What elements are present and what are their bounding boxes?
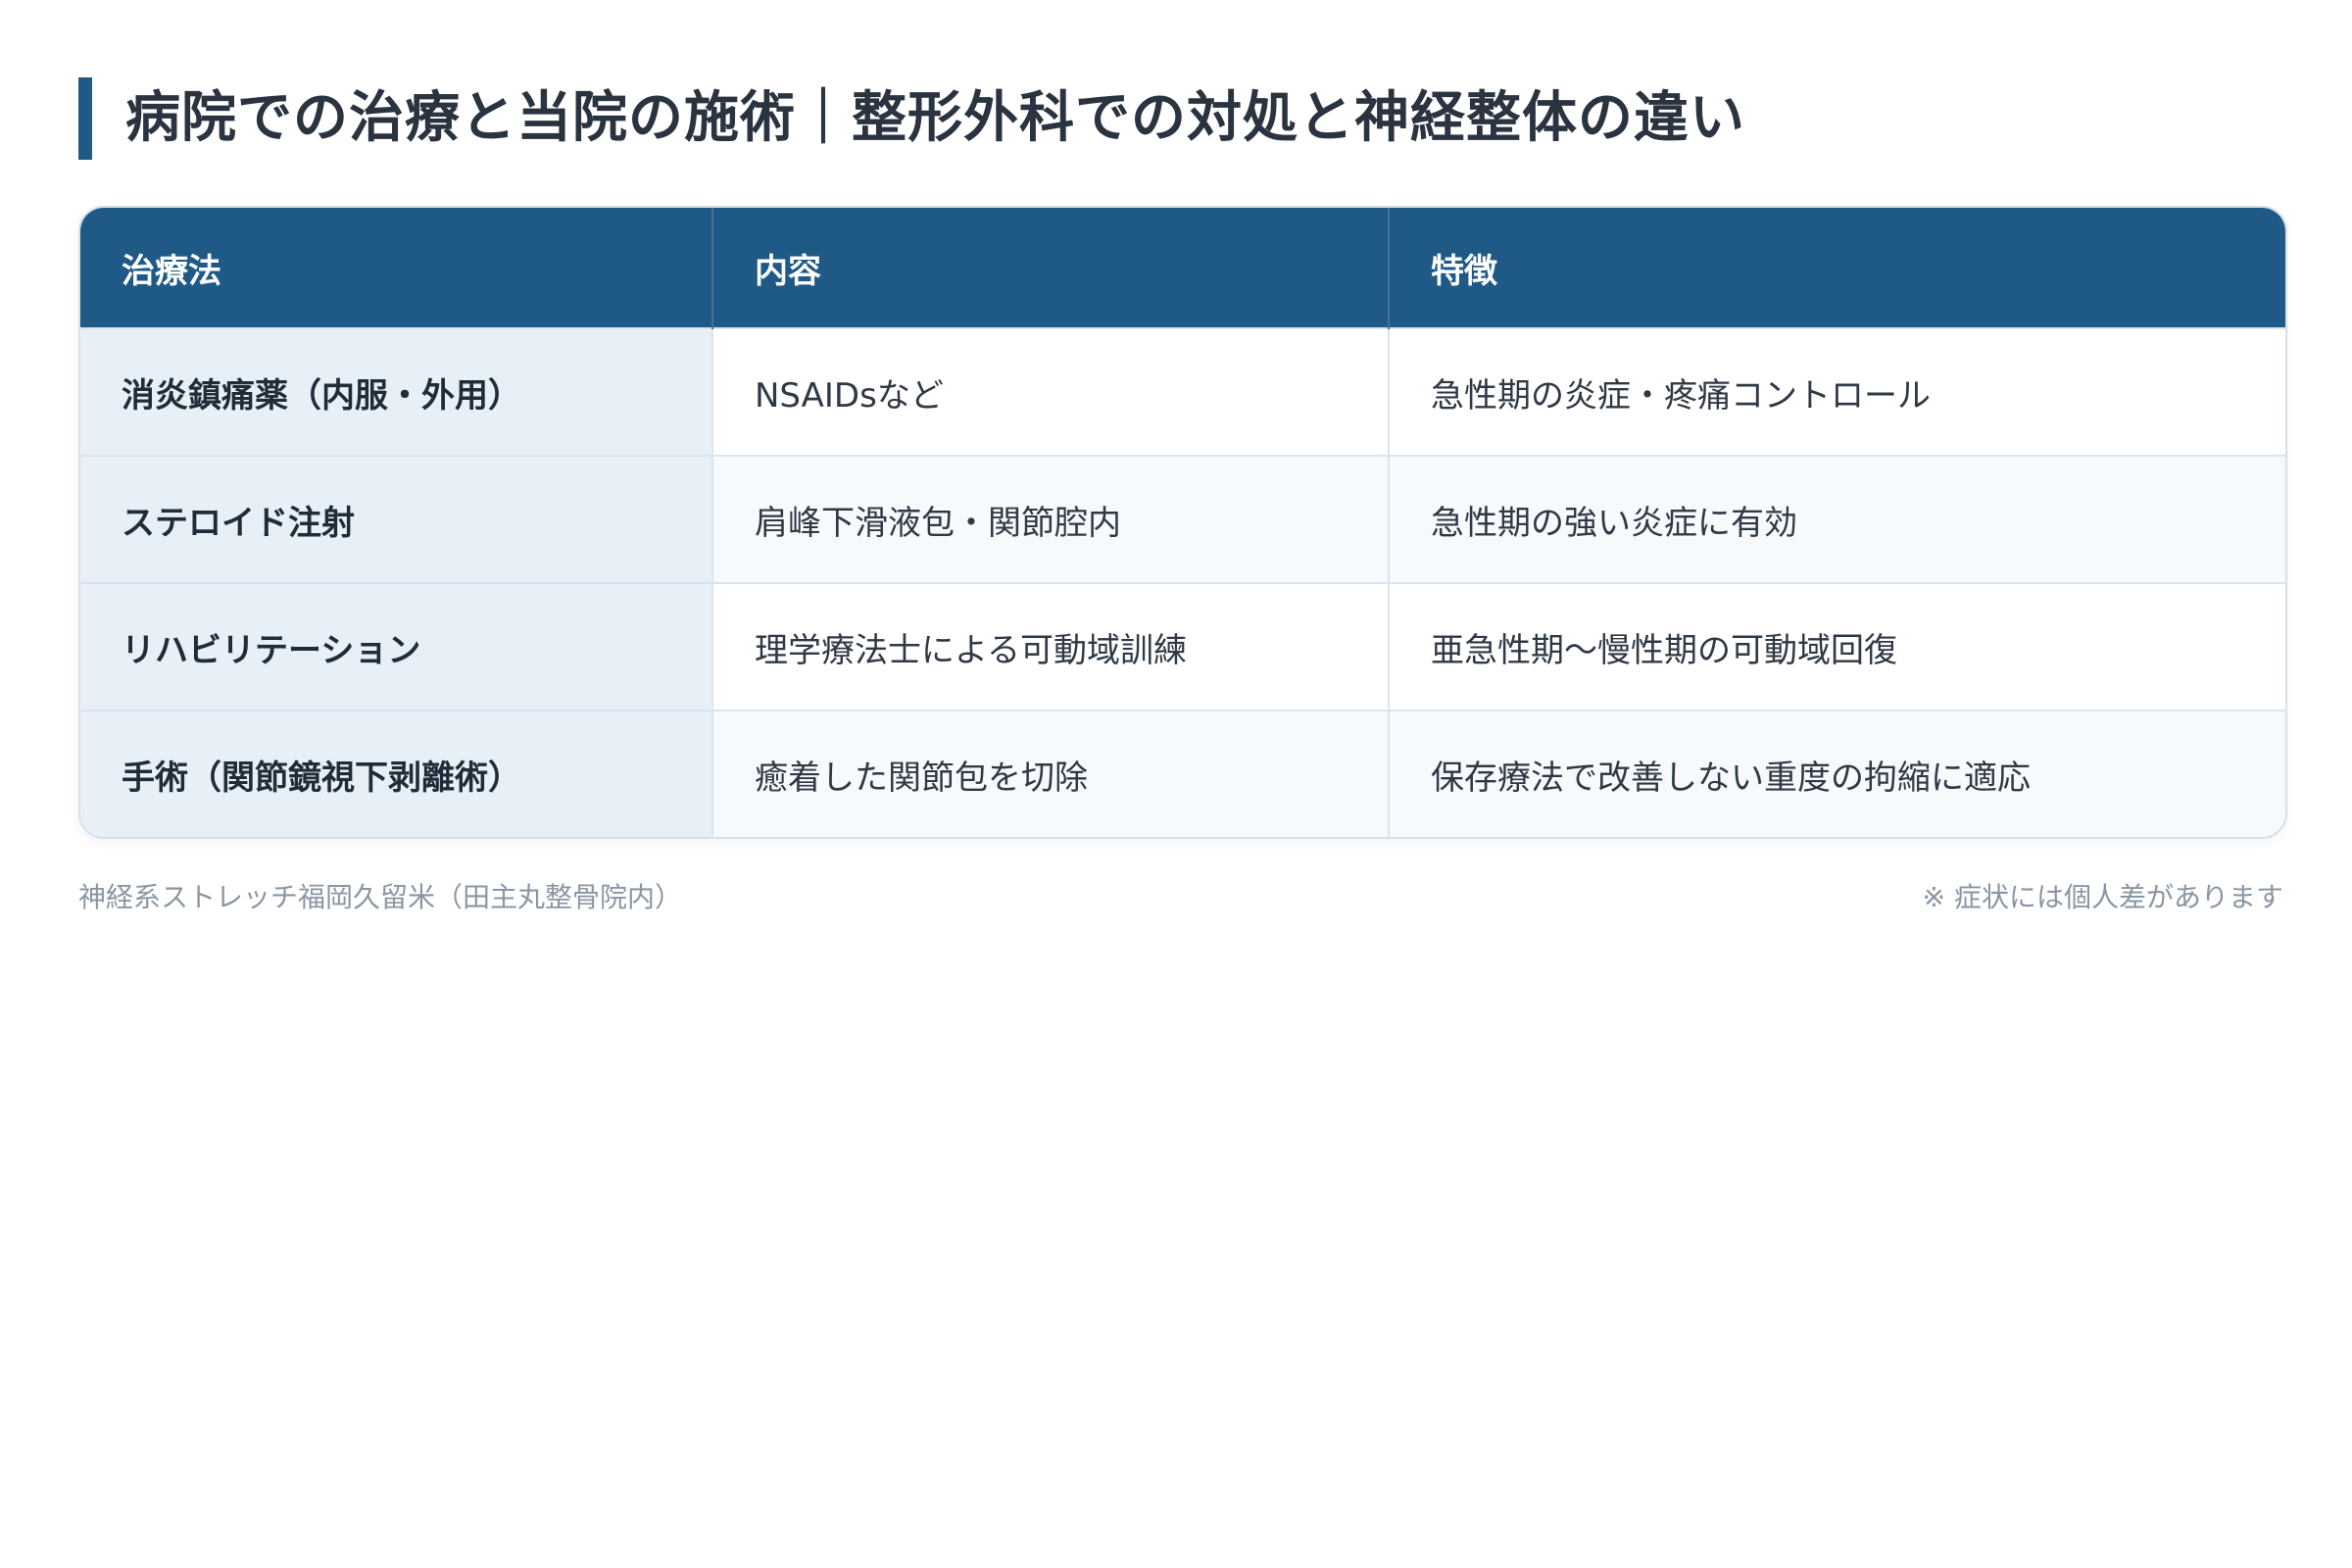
table-row: 手術（関節鏡視下剥離術） 癒着した関節包を切除 保存療法で改善しない重度の拘縮に… <box>80 710 2285 837</box>
treatment-table: 治療法 内容 特徴 消炎鎮痛薬（内服・外用） NSAIDsなど 急性期の炎症・疼… <box>80 208 2285 837</box>
footer: 神経系ストレッチ福岡久留米（田主丸整骨院内） ※ 症状には個人差があります <box>78 876 2283 915</box>
title-section: 病院での治療と当院の施術｜整形外科での対処と神経整体の違い <box>78 76 2283 161</box>
content-cell: 肩峰下滑液包・関節腔内 <box>712 455 1390 583</box>
header-content: 内容 <box>712 208 1390 328</box>
feature-cell: 急性期の強い炎症に有効 <box>1389 455 2285 583</box>
method-cell: 手術（関節鏡視下剥離術） <box>80 710 713 837</box>
table-row: リハビリテーション 理学療法士による可動域訓練 亜急性期〜慢性期の可動域回復 <box>80 582 2285 710</box>
feature-cell: 保存療法で改善しない重度の拘縮に適応 <box>1389 710 2285 837</box>
table-row: ステロイド注射 肩峰下滑液包・関節腔内 急性期の強い炎症に有効 <box>80 455 2285 583</box>
table-row: 消炎鎮痛薬（内服・外用） NSAIDsなど 急性期の炎症・疼痛コントロール <box>80 327 2285 456</box>
page-title: 病院での治療と当院の施術｜整形外科での対処と神経整体の違い <box>125 86 1745 151</box>
content-cell: 癒着した関節包を切除 <box>712 710 1390 837</box>
treatment-comparison-page: 病院での治療と当院の施術｜整形外科での対処と神経整体の違い 治療法 内容 特徴 … <box>78 76 2287 915</box>
source-credit: 神経系ストレッチ福岡久留米（田主丸整骨院内） <box>78 881 683 913</box>
method-cell: 消炎鎮痛薬（内服・外用） <box>80 327 713 456</box>
feature-cell: 急性期の炎症・疼痛コントロール <box>1389 327 2285 456</box>
treatment-table-card: 治療法 内容 特徴 消炎鎮痛薬（内服・外用） NSAIDsなど 急性期の炎症・疼… <box>78 206 2287 839</box>
header-method: 治療法 <box>80 208 713 328</box>
individual-difference-note: ※ 症状には個人差があります <box>1922 881 2283 913</box>
content-cell: NSAIDsなど <box>712 327 1390 456</box>
method-cell: リハビリテーション <box>80 582 713 710</box>
header-feature: 特徴 <box>1389 208 2285 328</box>
table-body: 消炎鎮痛薬（内服・外用） NSAIDsなど 急性期の炎症・疼痛コントロール ステ… <box>80 327 2285 837</box>
table-header: 治療法 内容 特徴 <box>80 208 2285 328</box>
header-row: 治療法 内容 特徴 <box>80 208 2285 328</box>
method-cell: ステロイド注射 <box>80 455 713 583</box>
feature-cell: 亜急性期〜慢性期の可動域回復 <box>1389 582 2285 710</box>
content-cell: 理学療法士による可動域訓練 <box>712 582 1390 710</box>
title-accent-bar <box>78 77 92 160</box>
